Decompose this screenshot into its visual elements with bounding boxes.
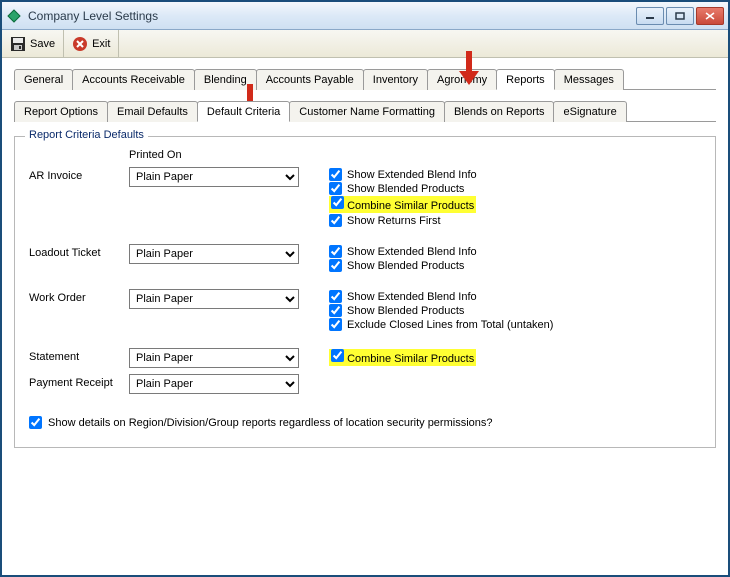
statement-label: Statement: [29, 348, 129, 363]
payment-receipt-label: Payment Receipt: [29, 374, 129, 389]
checkbox[interactable]: [329, 318, 342, 331]
checkbox[interactable]: [329, 168, 342, 181]
check-label: Combine Similar Products: [347, 200, 474, 212]
sub-tab-email-defaults[interactable]: Email Defaults: [107, 101, 198, 122]
row-ar-invoice: AR InvoicePlain Paper Show Extended Blend…: [29, 167, 701, 228]
exit-icon: [72, 36, 88, 52]
check-item: Show Extended Blend Info: [329, 290, 701, 303]
close-button[interactable]: [696, 7, 724, 25]
save-label: Save: [30, 38, 55, 50]
checkbox[interactable]: [329, 245, 342, 258]
checkbox[interactable]: [329, 182, 342, 195]
exit-button[interactable]: Exit: [64, 30, 119, 57]
main-tab-inventory[interactable]: Inventory: [363, 69, 428, 90]
sub-tab-default-criteria[interactable]: Default Criteria: [197, 101, 290, 122]
save-button[interactable]: Save: [2, 30, 64, 57]
check-label: Combine Similar Products: [347, 353, 474, 365]
sub-tab-esignature[interactable]: eSignature: [553, 101, 626, 122]
checkbox[interactable]: [331, 349, 344, 362]
minimize-button[interactable]: [636, 7, 664, 25]
check-label: Show Blended Products: [347, 305, 464, 317]
main-tab-agronomy[interactable]: Agronomy: [427, 69, 497, 90]
sub-tab-report-options[interactable]: Report Options: [14, 101, 108, 122]
checkbox[interactable]: [329, 214, 342, 227]
maximize-button[interactable]: [666, 7, 694, 25]
footer-check-label: Show details on Region/Division/Group re…: [48, 417, 493, 429]
loadout-ticket-select[interactable]: Plain Paper: [129, 244, 299, 264]
loadout-ticket-label: Loadout Ticket: [29, 244, 129, 259]
main-tab-blending[interactable]: Blending: [194, 69, 257, 90]
work-order-select[interactable]: Plain Paper: [129, 289, 299, 309]
check-item: Show Blended Products: [329, 259, 701, 272]
toolbar: Save Exit: [2, 30, 728, 58]
save-icon: [10, 36, 26, 52]
printed-on-label: Printed On: [129, 149, 299, 161]
check-label: Show Extended Blend Info: [347, 246, 477, 258]
statement-select[interactable]: Plain Paper: [129, 348, 299, 368]
ar-invoice-select[interactable]: Plain Paper: [129, 167, 299, 187]
main-tab-accounts-receivable[interactable]: Accounts Receivable: [72, 69, 195, 90]
check-label: Show Extended Blend Info: [347, 169, 477, 181]
main-tabstrip: GeneralAccounts ReceivableBlendingAccoun…: [14, 68, 716, 90]
footer-checkbox[interactable]: [29, 416, 42, 429]
footer-check-row: Show details on Region/Division/Group re…: [29, 416, 701, 429]
check-label: Exclude Closed Lines from Total (untaken…: [347, 319, 553, 331]
title-bar: Company Level Settings: [2, 2, 728, 30]
check-label: Show Blended Products: [347, 260, 464, 272]
sub-tabstrip: Report OptionsEmail DefaultsDefault Crit…: [14, 100, 716, 122]
exit-label: Exit: [92, 38, 110, 50]
check-label: Show Blended Products: [347, 183, 464, 195]
check-item: Show Blended Products: [329, 182, 701, 195]
checkbox[interactable]: [331, 196, 344, 209]
check-item: Show Returns First: [329, 214, 701, 227]
main-tab-accounts-payable[interactable]: Accounts Payable: [256, 69, 364, 90]
row-payment-receipt: Payment ReceiptPlain Paper: [29, 374, 701, 394]
printed-on-header: Printed On: [29, 149, 701, 161]
check-item: Exclude Closed Lines from Total (untaken…: [329, 318, 701, 331]
payment-receipt-select[interactable]: Plain Paper: [129, 374, 299, 394]
check-item: Show Extended Blend Info: [329, 245, 701, 258]
main-tab-messages[interactable]: Messages: [554, 69, 624, 90]
check-item: Combine Similar Products: [329, 196, 701, 213]
sub-tab-customer-name-formatting[interactable]: Customer Name Formatting: [289, 101, 445, 122]
row-work-order: Work OrderPlain Paper Show Extended Blend…: [29, 289, 701, 332]
row-statement: StatementPlain Paper Combine Similar Pro…: [29, 348, 701, 368]
check-item: Combine Similar Products: [329, 349, 701, 366]
window-title: Company Level Settings: [28, 9, 636, 23]
checkbox[interactable]: [329, 304, 342, 317]
main-tab-general[interactable]: General: [14, 69, 73, 90]
report-criteria-groupbox: Report Criteria Defaults Printed On AR I…: [14, 136, 716, 448]
sub-tab-blends-on-reports[interactable]: Blends on Reports: [444, 101, 555, 122]
check-item: Show Blended Products: [329, 304, 701, 317]
check-label: Show Returns First: [347, 215, 441, 227]
app-icon: [6, 8, 22, 24]
check-item: Show Extended Blend Info: [329, 168, 701, 181]
ar-invoice-label: AR Invoice: [29, 167, 129, 182]
groupbox-legend: Report Criteria Defaults: [25, 129, 148, 141]
check-label: Show Extended Blend Info: [347, 291, 477, 303]
checkbox[interactable]: [329, 259, 342, 272]
row-loadout-ticket: Loadout TicketPlain Paper Show Extended B…: [29, 244, 701, 273]
main-tab-reports[interactable]: Reports: [496, 69, 555, 90]
checkbox[interactable]: [329, 290, 342, 303]
work-order-label: Work Order: [29, 289, 129, 304]
